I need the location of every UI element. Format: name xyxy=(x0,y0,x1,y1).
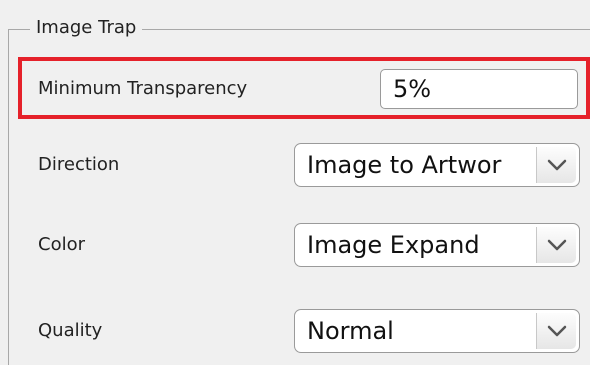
direction-select[interactable]: Image to Artwor xyxy=(294,143,580,187)
chevron-down-icon xyxy=(547,325,567,337)
color-label: Color xyxy=(38,234,85,255)
color-select[interactable]: Image Expand xyxy=(294,223,580,267)
quality-select-value: Normal xyxy=(307,317,394,345)
quality-select[interactable]: Normal xyxy=(294,309,580,353)
quality-dropdown-button[interactable] xyxy=(536,313,576,349)
image-trap-panel: Image Trap Minimum Transparency 5% Direc… xyxy=(0,0,590,365)
group-title: Image Trap xyxy=(30,16,143,40)
minimum-transparency-label: Minimum Transparency xyxy=(38,78,248,99)
color-dropdown-button[interactable] xyxy=(536,227,576,263)
group-border-left xyxy=(8,29,9,365)
color-select-value: Image Expand xyxy=(307,231,480,259)
chevron-down-icon xyxy=(547,239,567,251)
direction-dropdown-button[interactable] xyxy=(536,147,576,183)
minimum-transparency-input[interactable]: 5% xyxy=(380,69,578,109)
chevron-down-icon xyxy=(547,159,567,171)
quality-label: Quality xyxy=(38,320,103,341)
direction-select-value: Image to Artwor xyxy=(307,151,502,179)
direction-label: Direction xyxy=(38,154,120,175)
